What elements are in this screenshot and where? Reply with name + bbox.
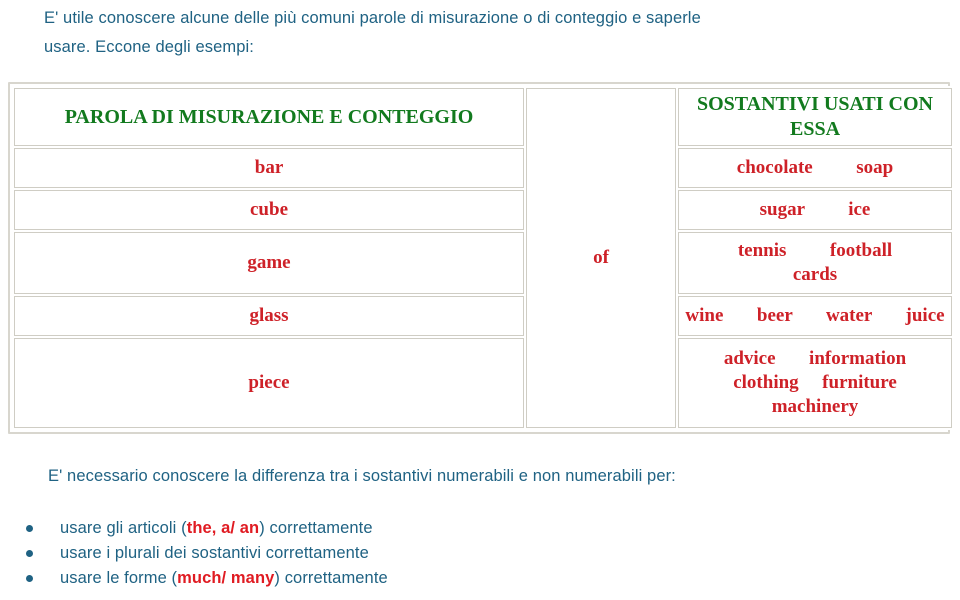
table-row: bar chocolate soap	[14, 148, 952, 188]
noun-juice: juice	[905, 305, 945, 326]
tip-3-emphasis: much/ many	[177, 569, 275, 587]
nouns-for-glass: wine beer water juice	[678, 296, 952, 336]
measurement-word-glass: glass	[14, 296, 524, 336]
column-of-connector: of	[526, 88, 676, 428]
tip-1-suffix: ) correttamente	[259, 519, 373, 537]
column-header-measurement-word: PAROLA DI MISURAZIONE E CONTEGGIO	[14, 88, 524, 146]
nouns-for-bar: chocolate soap	[678, 148, 952, 188]
noun-furniture: furniture	[822, 372, 897, 393]
measurement-word-bar: bar	[14, 148, 524, 188]
table-row: cube sugar ice	[14, 190, 952, 230]
noun-chocolate: chocolate	[736, 157, 813, 178]
intro-line-1: E' utile conoscere alcune delle più comu…	[44, 9, 701, 27]
tips-list: usare gli articoli (the, a/ an) corretta…	[8, 516, 940, 591]
list-item: usare i plurali dei sostantivi correttam…	[26, 541, 940, 566]
noun-machinery: machinery	[771, 396, 859, 417]
table-row: piece advice information clothing furnit…	[14, 338, 952, 428]
column-header-nouns: SOSTANTIVI USATI CON ESSA	[678, 88, 952, 146]
nouns-for-cube: sugar ice	[678, 190, 952, 230]
noun-clothing: clothing	[733, 372, 799, 393]
list-item: usare gli articoli (the, a/ an) corretta…	[26, 516, 940, 541]
intro-paragraph: E' utile conoscere alcune delle più comu…	[44, 4, 924, 62]
tip-1-prefix: usare gli articoli (	[60, 519, 187, 537]
tip-3-prefix: usare le forme (	[60, 569, 178, 587]
noun-beer: beer	[756, 305, 793, 326]
tip-1-emphasis: the, a/ an	[186, 519, 260, 537]
noun-soap: soap	[856, 157, 894, 178]
noun-wine: wine	[685, 305, 724, 326]
outro-paragraph: E' necessario conoscere la differenza tr…	[48, 467, 676, 485]
measurement-words-table-wrapper: PAROLA DI MISURAZIONE E CONTEGGIO of SOS…	[8, 82, 954, 434]
noun-sugar: sugar	[759, 199, 805, 220]
intro-line-2: usare. Eccone degli esempi:	[44, 38, 254, 56]
table-row: game tennis football cards	[14, 232, 952, 294]
measurement-words-table: PAROLA DI MISURAZIONE E CONTEGGIO of SOS…	[12, 86, 954, 430]
nouns-for-piece: advice information clothing furniture ma…	[678, 338, 952, 428]
tip-2-text: usare i plurali dei sostantivi correttam…	[60, 544, 369, 562]
noun-tennis: tennis	[737, 240, 787, 261]
tip-3-suffix: ) correttamente	[274, 569, 388, 587]
noun-cards: cards	[792, 264, 838, 285]
noun-ice: ice	[848, 199, 871, 220]
noun-information: information	[809, 348, 907, 369]
noun-advice: advice	[723, 348, 776, 369]
table-row: glass wine beer water juice	[14, 296, 952, 336]
table-row-header: PAROLA DI MISURAZIONE E CONTEGGIO of SOS…	[14, 88, 952, 428]
noun-football: football	[829, 240, 893, 261]
nouns-for-game: tennis football cards	[678, 232, 952, 294]
measurement-word-cube: cube	[14, 190, 524, 230]
list-item: usare le forme (much/ many) correttament…	[26, 566, 940, 591]
measurement-word-piece: piece	[14, 338, 524, 428]
measurement-word-game: game	[14, 232, 524, 294]
noun-water: water	[825, 305, 873, 326]
